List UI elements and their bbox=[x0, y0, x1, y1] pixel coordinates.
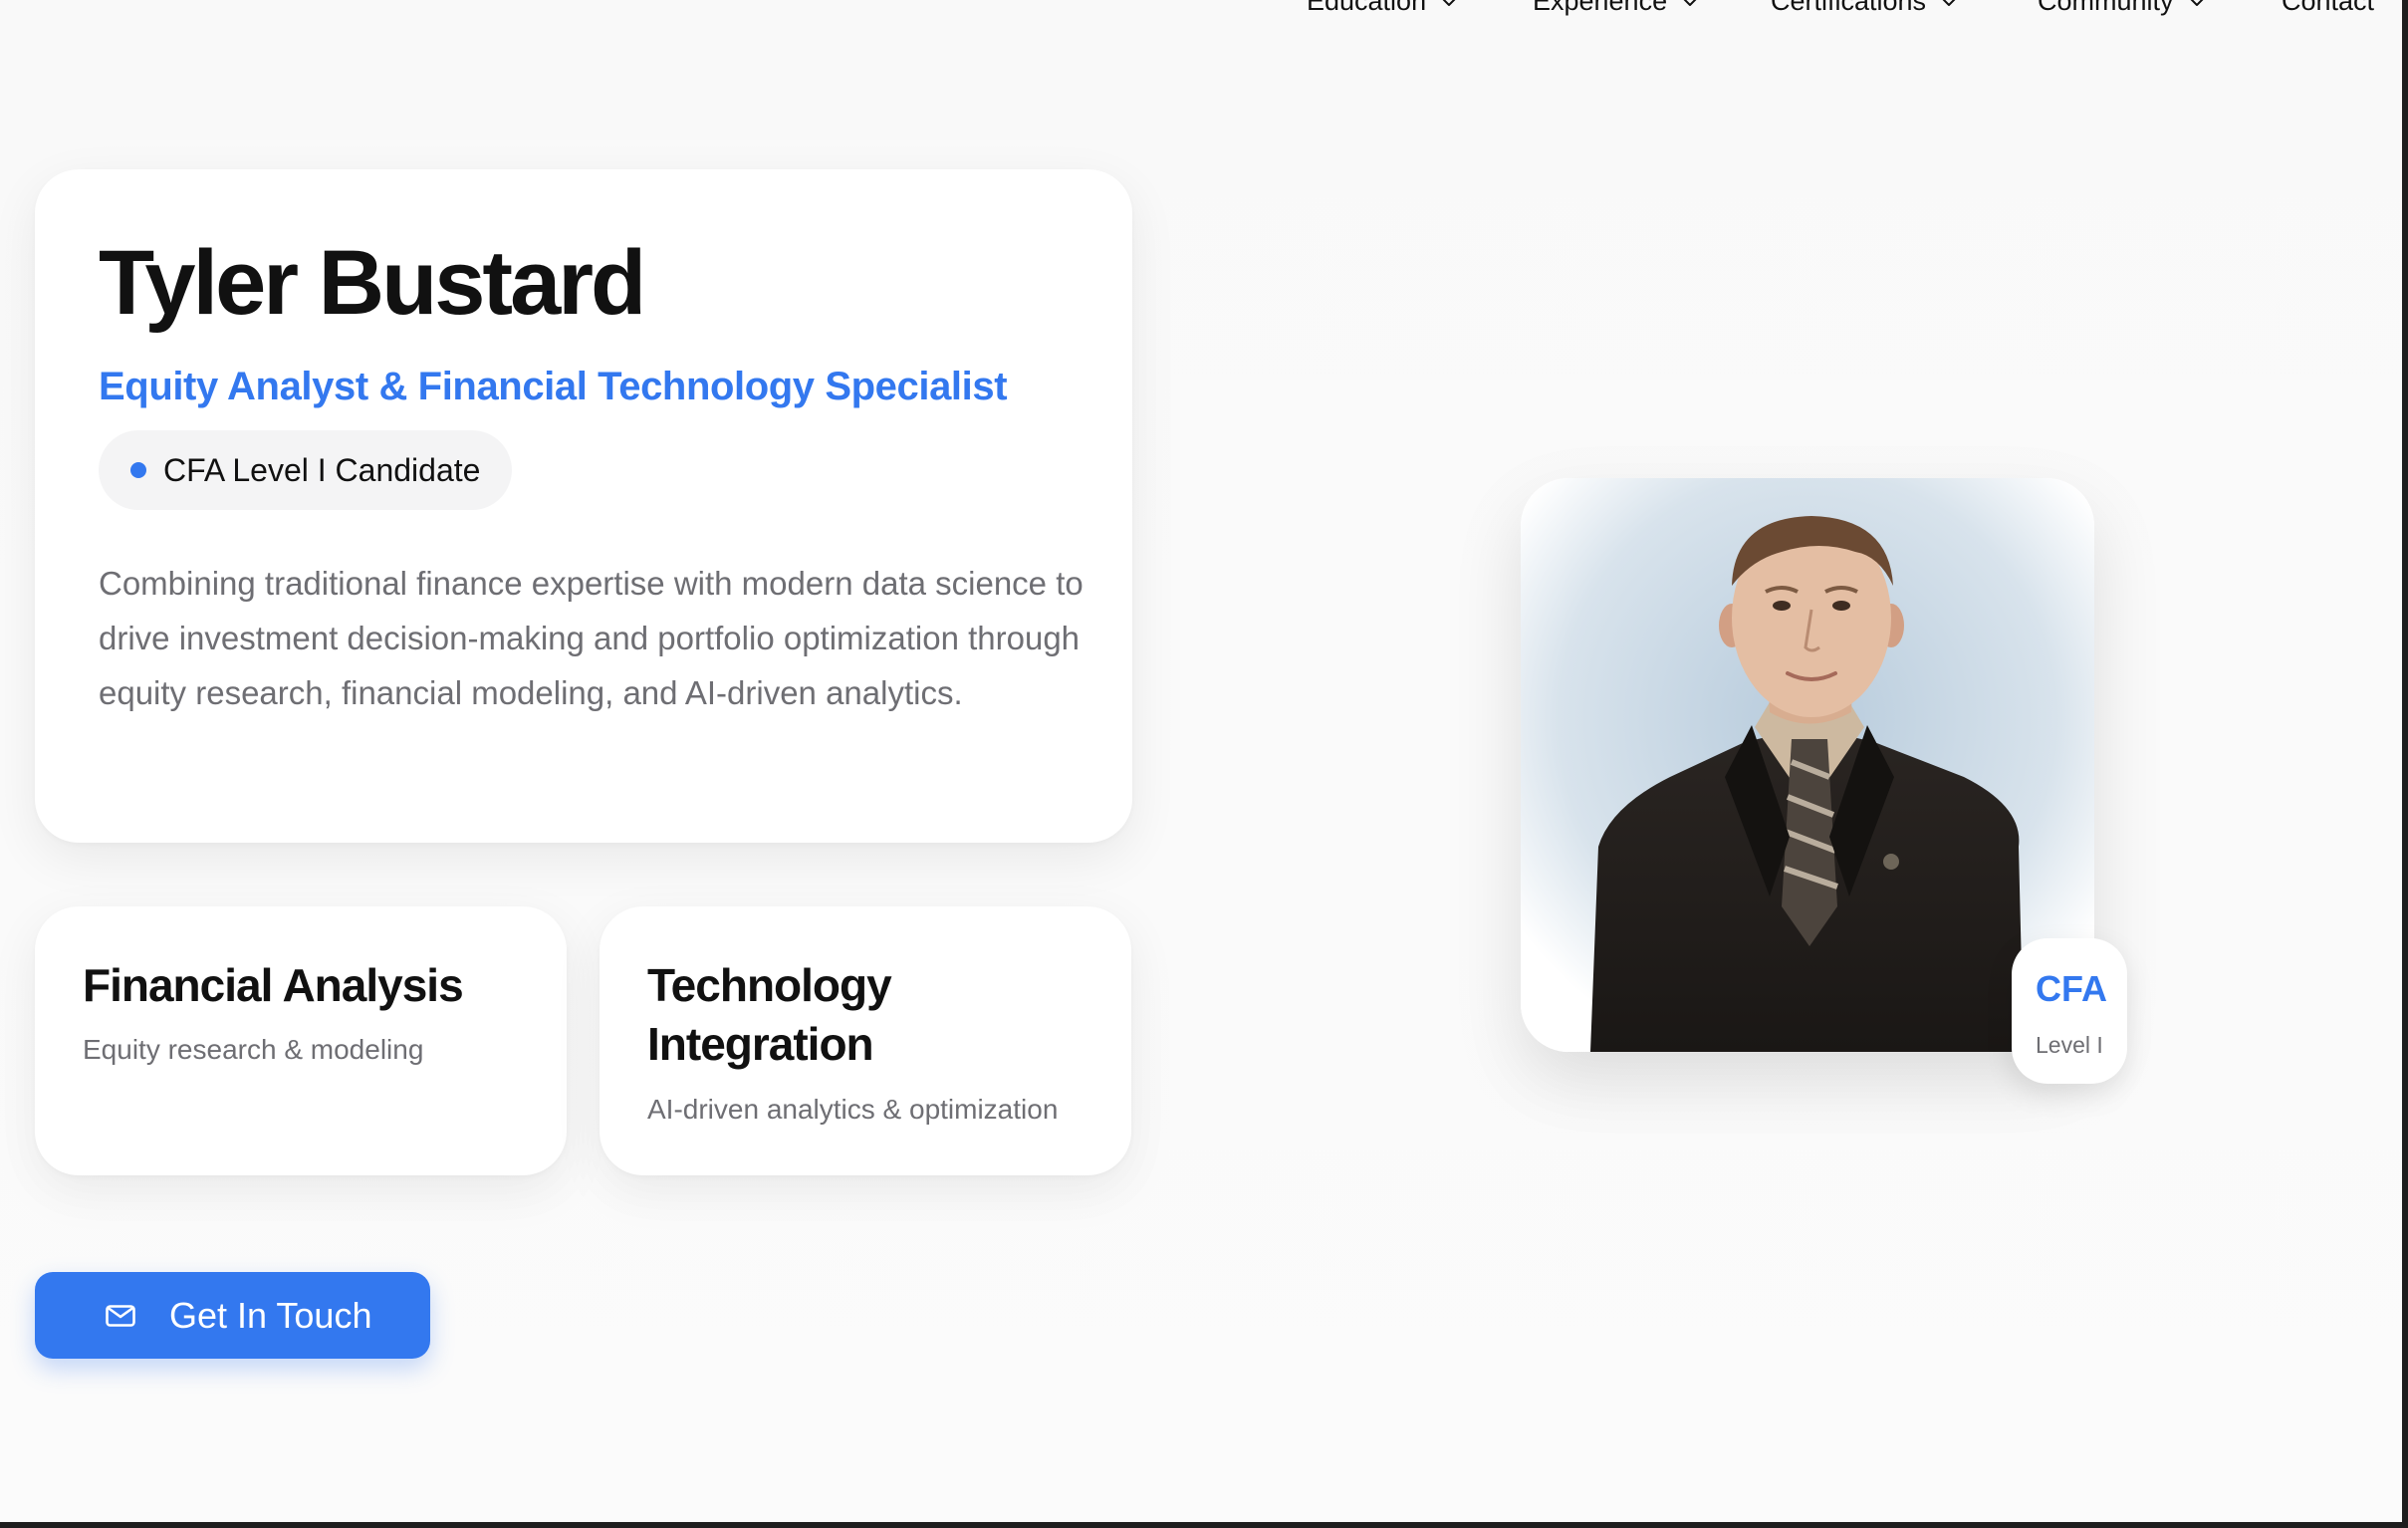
hero-description: Combining traditional finance expertise … bbox=[99, 565, 1084, 711]
badge-title: CFA bbox=[2036, 968, 2107, 1009]
top-nav: Education Experience Certifications Comm… bbox=[0, 0, 2402, 36]
nav-item-label: Contact bbox=[2282, 0, 2375, 16]
cfa-candidate-badge: CFA Level I Candidate bbox=[99, 430, 513, 510]
nav-item-education[interactable]: Education bbox=[1307, 0, 1458, 17]
nav-item-contact[interactable]: Contact bbox=[2282, 0, 2374, 17]
chevron-down-icon bbox=[1940, 0, 1958, 11]
nav-item-label: Education bbox=[1307, 0, 1427, 16]
chevron-down-icon bbox=[1681, 0, 1699, 11]
chevron-down-icon bbox=[2188, 0, 2206, 11]
feature-subtitle: Equity research & modeling bbox=[83, 1034, 424, 1065]
feature-card-financial-analysis: Financial Analysis Equity research & mod… bbox=[35, 906, 567, 1175]
badge-subtitle: Level I bbox=[2036, 1032, 2103, 1058]
nav-item-label: Community bbox=[2038, 0, 2174, 16]
hero-card: Tyler Bustard Equity Analyst & Financial… bbox=[35, 169, 1132, 843]
nav-item-label: Experience bbox=[1533, 0, 1668, 16]
profile-photo bbox=[1521, 478, 2094, 1052]
cfa-candidate-label: CFA Level I Candidate bbox=[163, 451, 481, 488]
nav-item-experience[interactable]: Experience bbox=[1533, 0, 1699, 17]
cfa-level-badge: CFA Level I bbox=[2012, 938, 2127, 1084]
feature-title: Financial Analysis bbox=[83, 959, 464, 1011]
hero-subtitle: Equity Analyst & Financial Technology Sp… bbox=[99, 365, 1008, 408]
feature-subtitle: AI-driven analytics & optimization bbox=[647, 1094, 1059, 1125]
status-dot-icon bbox=[130, 462, 146, 478]
nav-item-certifications[interactable]: Certifications bbox=[1771, 0, 1958, 17]
nav-item-label: Certifications bbox=[1771, 0, 1927, 16]
hero-name: Tyler Bustard bbox=[99, 232, 646, 334]
get-in-touch-button[interactable]: Get In Touch bbox=[35, 1272, 430, 1359]
feature-card-technology-integration: Technology Integration AI-driven analyti… bbox=[600, 906, 1131, 1175]
get-in-touch-label: Get In Touch bbox=[169, 1294, 372, 1336]
chevron-down-icon bbox=[1440, 0, 1458, 11]
page: Education Experience Certifications Comm… bbox=[0, 0, 2402, 1522]
feature-title: Technology Integration bbox=[647, 959, 892, 1070]
mail-icon bbox=[106, 1304, 135, 1327]
nav-item-community[interactable]: Community bbox=[2038, 0, 2206, 17]
